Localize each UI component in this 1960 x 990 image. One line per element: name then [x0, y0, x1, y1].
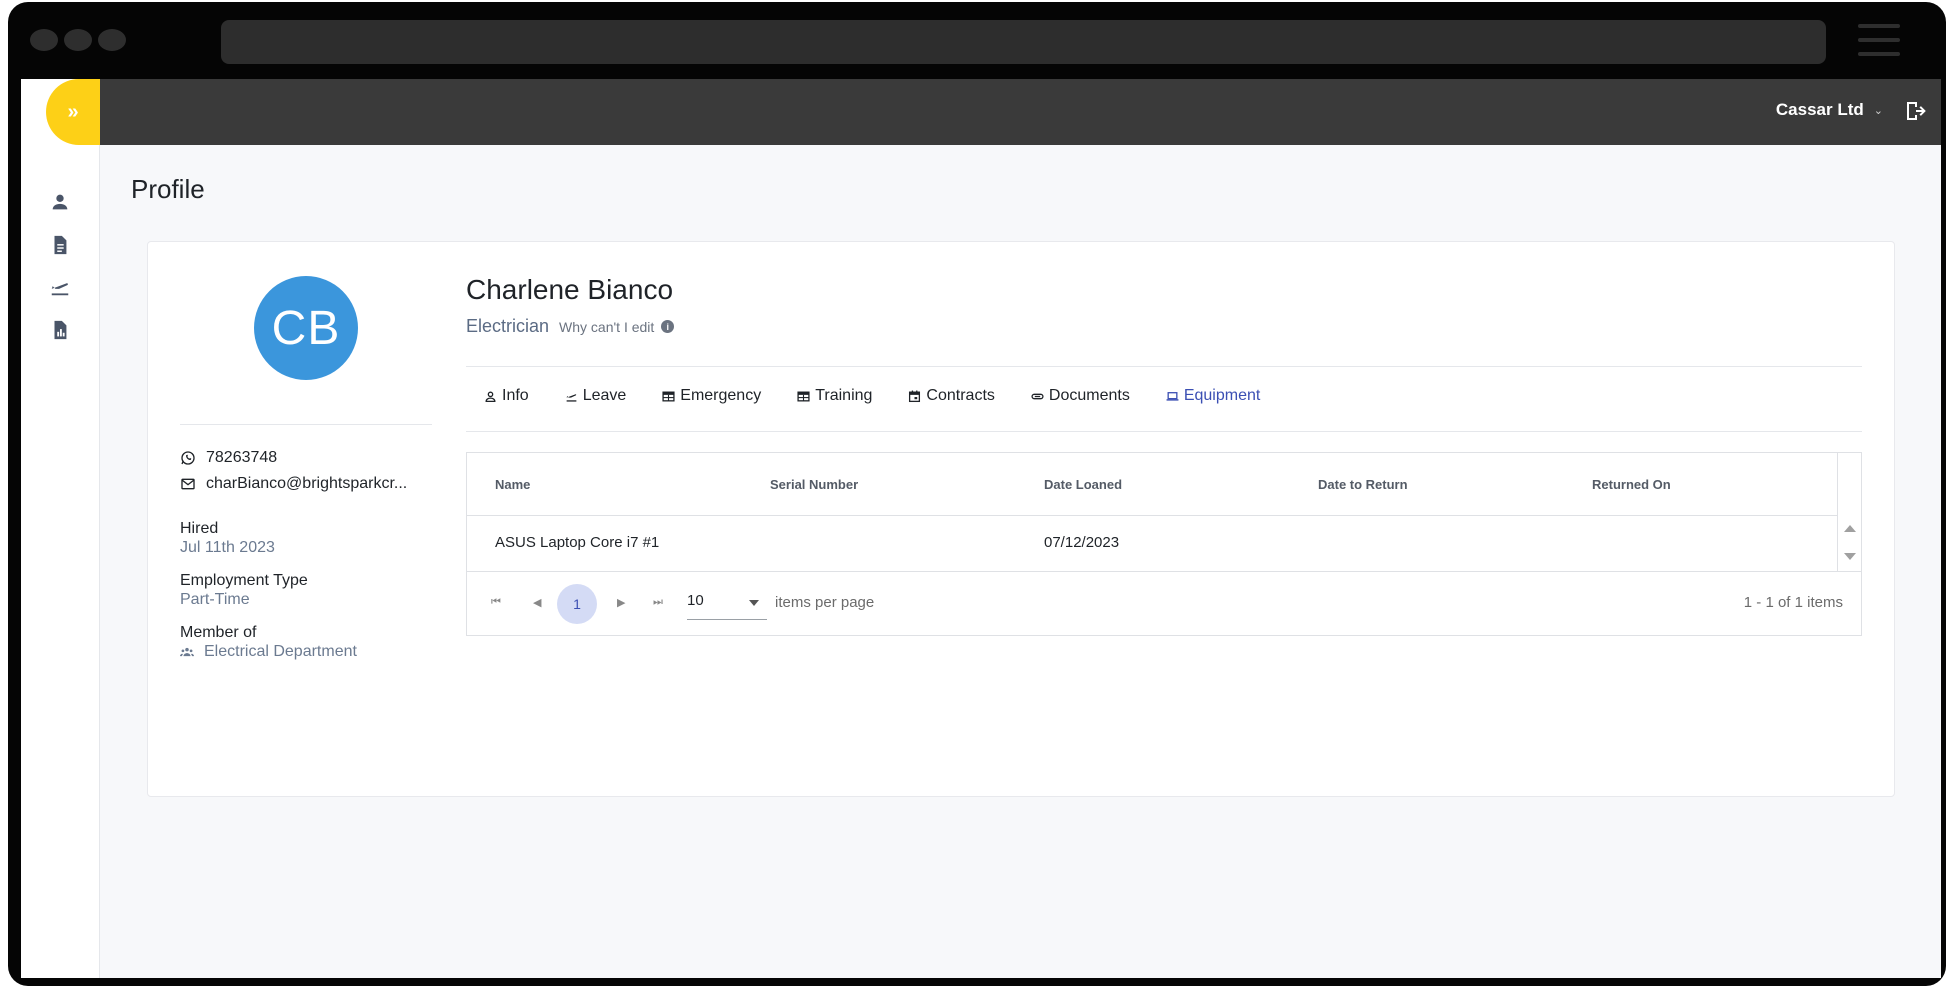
- divider: [466, 366, 1862, 367]
- calendar-icon: [909, 390, 921, 402]
- hired-value: Jul 11th 2023: [180, 539, 275, 556]
- profile-card: CB 78263748 charBianco@brightsparkcr... …: [147, 241, 1895, 797]
- pager: ⏮ ◀ 1 ▶ ⏭ 10 items per page 1 - 1 of 1 i…: [467, 571, 1861, 635]
- company-selector[interactable]: Cassar Ltd ⌄: [1776, 100, 1883, 120]
- equipment-table: Name Serial Number Date Loaned Date to R…: [466, 452, 1862, 636]
- browser-menu-icon[interactable]: [1858, 24, 1900, 60]
- member-of-value: Electrical Department: [180, 643, 357, 661]
- plane-departure-icon[interactable]: [49, 276, 71, 298]
- employee-name: Charlene Bianco: [466, 274, 674, 305]
- app-screen: Cassar Ltd ⌄ » Profile CB 78263748 charB…: [21, 79, 1941, 978]
- tab-documents[interactable]: Documents: [1031, 387, 1130, 405]
- first-page-icon[interactable]: ⏮: [491, 596, 501, 609]
- last-page-icon[interactable]: ⏭: [653, 596, 663, 609]
- member-of-label: Member of: [180, 624, 257, 641]
- table-header: Name Serial Number Date Loaned Date to R…: [467, 453, 1837, 516]
- column-header-date-to-return[interactable]: Date to Return: [1318, 477, 1408, 492]
- cell-date-loaned: 07/12/2023: [1044, 534, 1120, 551]
- phone-contact[interactable]: 78263748: [180, 449, 277, 467]
- mail-icon: [181, 478, 195, 490]
- avatar: CB: [254, 276, 358, 380]
- profile-tabs: Info Leave Emergency Training Contracts …: [484, 387, 1260, 405]
- whatsapp-icon: [181, 451, 195, 465]
- tab-training[interactable]: Training: [797, 387, 872, 405]
- tab-contracts[interactable]: Contracts: [908, 387, 995, 405]
- sidebar: [21, 79, 100, 978]
- employment-type-value: Part-Time: [180, 591, 250, 608]
- items-per-page-label: items per page: [775, 594, 875, 611]
- table-icon: [797, 391, 810, 401]
- user-icon[interactable]: [49, 191, 71, 213]
- email-contact[interactable]: charBianco@brightsparkcr...: [180, 475, 407, 493]
- tab-label: Training: [815, 387, 873, 404]
- top-bar: Cassar Ltd ⌄: [100, 79, 1941, 145]
- logout-icon[interactable]: [1903, 99, 1927, 123]
- department-name: Electrical Department: [204, 643, 357, 660]
- page-title: Profile: [131, 174, 205, 204]
- table-icon: [662, 391, 675, 401]
- tab-label: Equipment: [1183, 387, 1261, 404]
- company-name: Cassar Ltd: [1775, 100, 1864, 119]
- divider: [466, 431, 1862, 432]
- phone-number: 78263748: [206, 449, 278, 466]
- double-chevron-right-icon: »: [67, 100, 79, 123]
- document-icon[interactable]: [49, 234, 71, 256]
- divider: [180, 424, 432, 425]
- tab-label: Info: [502, 387, 529, 404]
- cell-name: ASUS Laptop Core i7 #1: [495, 534, 660, 551]
- column-header-name[interactable]: Name: [495, 477, 530, 492]
- info-icon[interactable]: i: [661, 320, 675, 333]
- page-size-select[interactable]: 10: [687, 586, 767, 620]
- chevron-down-icon: ⌄: [1873, 104, 1883, 117]
- column-header-serial-number[interactable]: Serial Number: [770, 477, 858, 492]
- table-row[interactable]: ASUS Laptop Core i7 #1 07/12/2023: [467, 516, 1837, 571]
- employee-role-row: Electrician Why can't I edit i: [466, 316, 675, 337]
- scroll-up-arrow-icon[interactable]: [1844, 525, 1856, 532]
- users-icon: [180, 647, 194, 657]
- pager-info: 1 - 1 of 1 items: [1743, 594, 1843, 611]
- email-address: charBianco@brightsparkcr...: [206, 475, 408, 492]
- tab-label: Leave: [582, 387, 627, 404]
- window-dot: [30, 29, 58, 51]
- window-dot: [98, 29, 126, 51]
- address-bar[interactable]: [221, 20, 1826, 64]
- link-icon: [1031, 393, 1044, 399]
- window-dot: [64, 29, 92, 51]
- tab-equipment[interactable]: Equipment: [1166, 387, 1261, 405]
- page-number-button[interactable]: 1: [557, 584, 597, 624]
- tab-emergency[interactable]: Emergency: [662, 387, 761, 405]
- caret-down-icon: [749, 600, 759, 606]
- tab-label: Contracts: [926, 387, 995, 404]
- hired-label: Hired: [180, 520, 219, 537]
- user-icon: [485, 391, 496, 402]
- laptop-icon: [1166, 391, 1179, 401]
- tab-label: Emergency: [680, 387, 762, 404]
- why-cant-edit-link[interactable]: Why can't I edit: [559, 319, 654, 335]
- page-size-value: 10: [687, 592, 704, 609]
- table-scrollbar[interactable]: [1837, 453, 1861, 571]
- tab-info[interactable]: Info: [484, 387, 529, 405]
- employment-type-label: Employment Type: [180, 572, 308, 589]
- column-header-date-loaned[interactable]: Date Loaned: [1044, 477, 1122, 492]
- report-icon[interactable]: [49, 319, 71, 341]
- scroll-down-arrow-icon[interactable]: [1844, 553, 1856, 560]
- column-header-returned-on[interactable]: Returned On: [1592, 477, 1671, 492]
- plane-departure-icon: [566, 393, 577, 402]
- previous-page-icon[interactable]: ◀: [533, 596, 541, 609]
- tab-leave[interactable]: Leave: [565, 387, 627, 405]
- employee-role: Electrician: [466, 316, 550, 336]
- tab-label: Documents: [1048, 387, 1130, 404]
- next-page-icon[interactable]: ▶: [617, 596, 625, 609]
